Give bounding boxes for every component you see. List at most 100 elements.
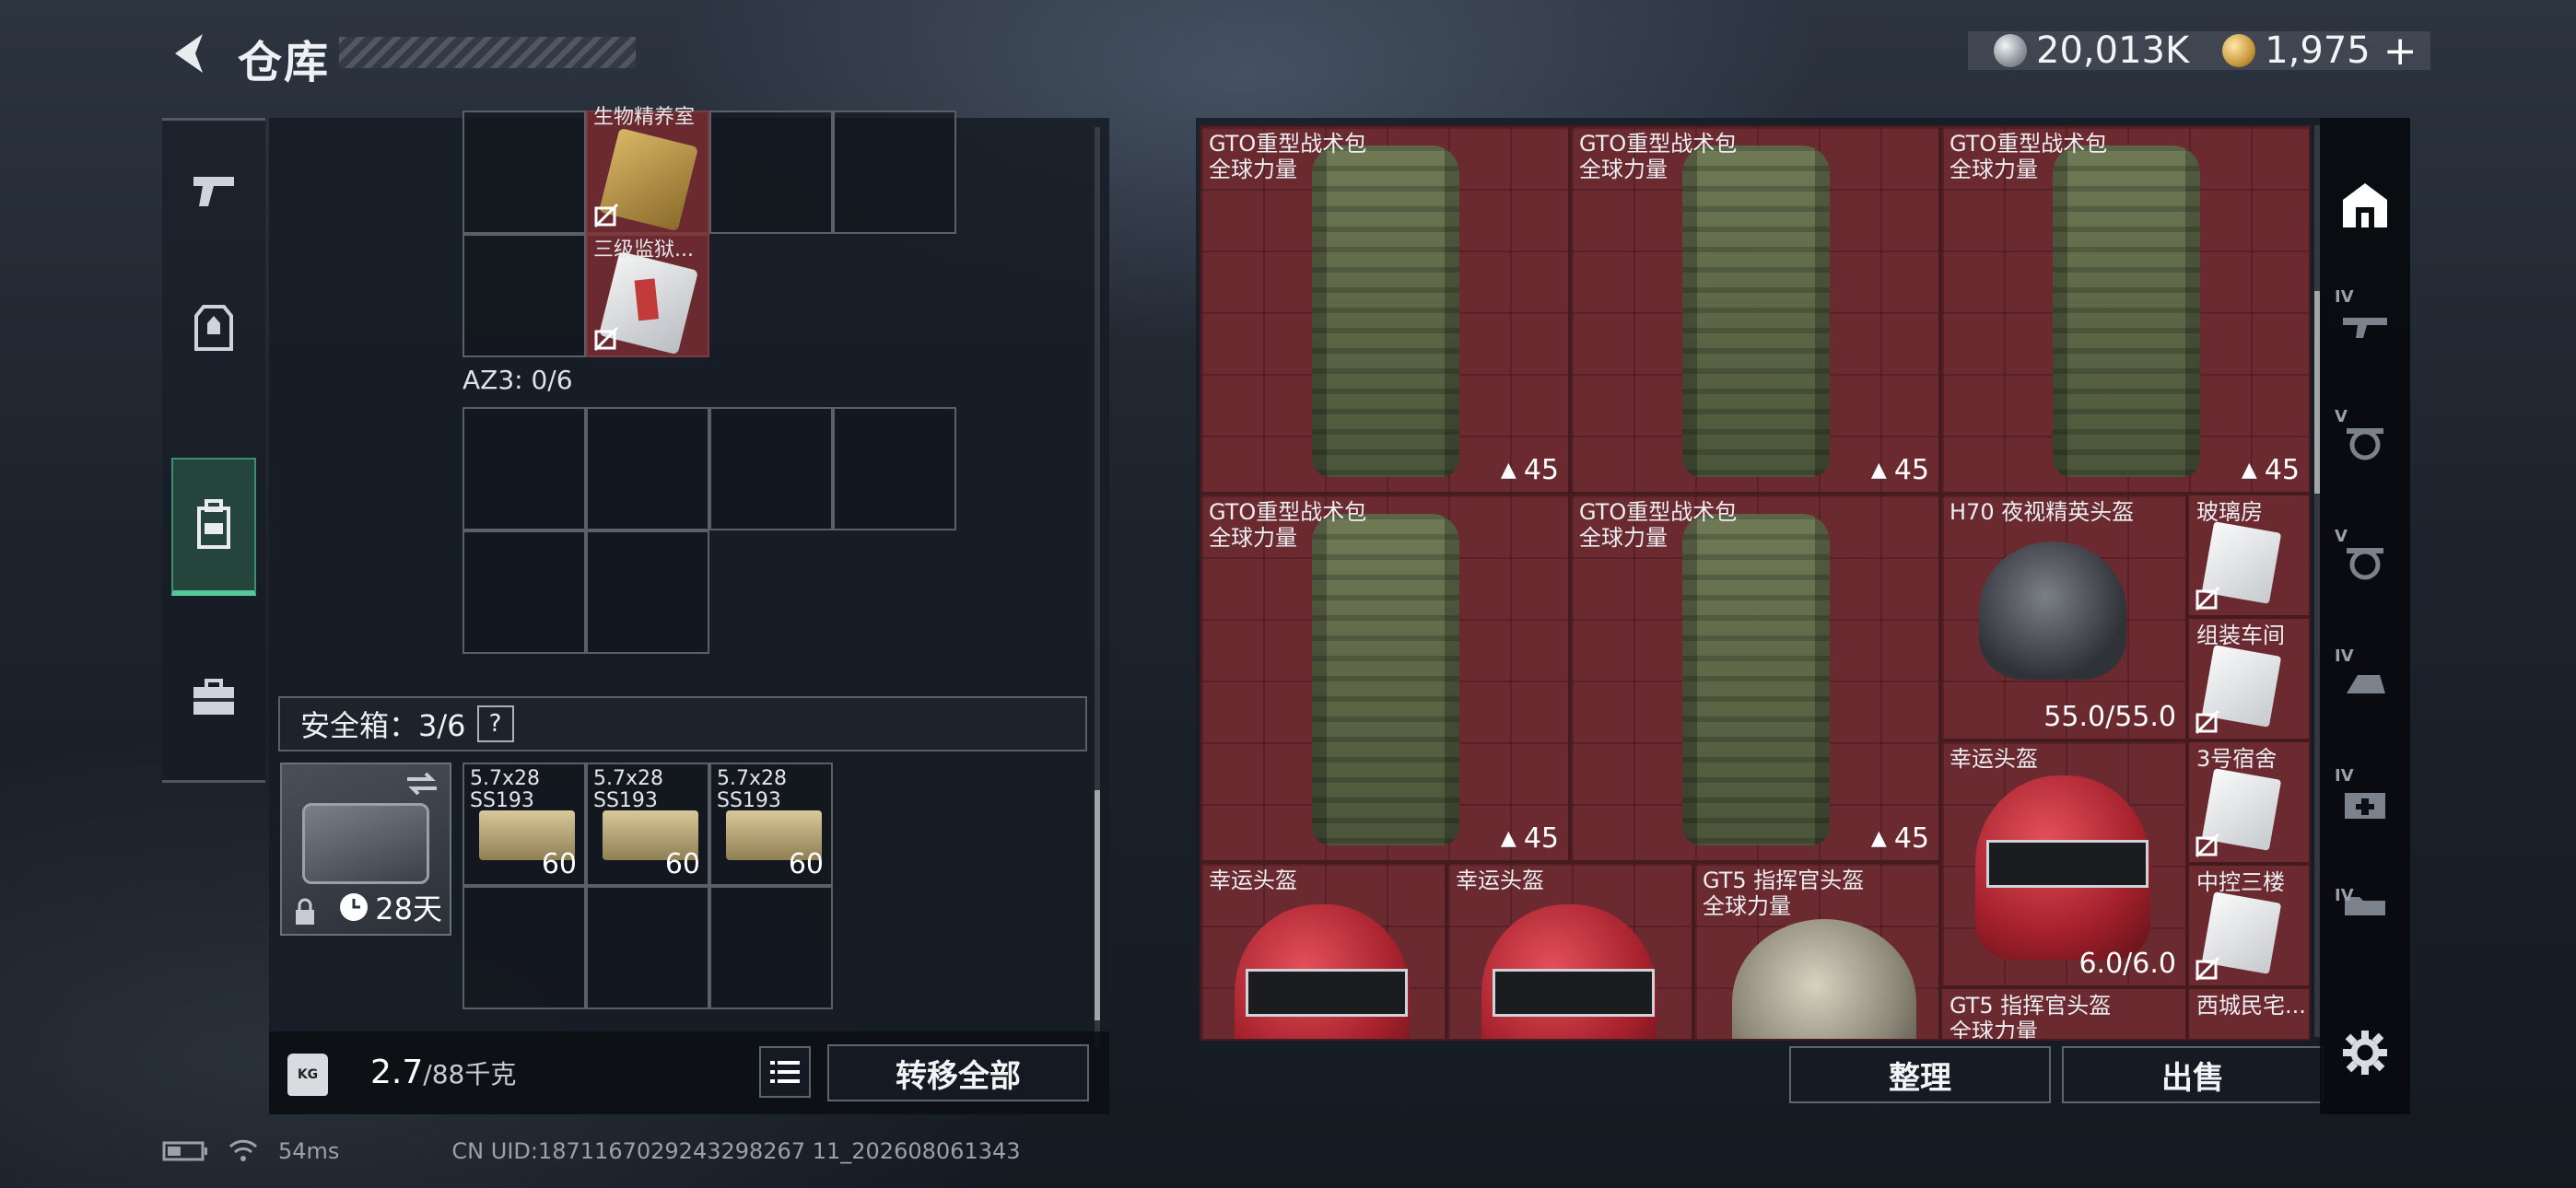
item-name: GTO重型战术包 全球力量 <box>1579 499 1737 551</box>
hand-icon <box>2347 675 2385 693</box>
category-armor[interactable] <box>171 259 256 397</box>
warehouse-item-key[interactable]: 组装车间 <box>2187 617 2311 740</box>
stash-slot[interactable] <box>463 234 586 357</box>
warehouse-item-lucky-helmet[interactable]: 幸运头盔 <box>1200 862 1446 1041</box>
warehouse-item-backpack[interactable]: GTO重型战术包 全球力量 ▲ 45 <box>1570 125 1940 494</box>
help-button[interactable]: ? <box>476 705 514 742</box>
az3-slot[interactable] <box>586 407 709 530</box>
settings-button[interactable] <box>2329 1002 2401 1103</box>
add-currency-button[interactable]: + <box>2383 28 2418 75</box>
ammo-item[interactable]: 5.7x28 SS193 60 <box>586 763 709 886</box>
ammo-count: 60 <box>788 848 824 880</box>
warehouse-tab-2[interactable]: V <box>2329 394 2401 495</box>
warehouse-item-backpack[interactable]: GTO重型战术包 全球力量 ▲ 45 <box>1940 125 2311 494</box>
medkit-icon <box>2345 793 2385 819</box>
item-title: GTO重型战术包 <box>1209 131 1367 157</box>
category-weapon[interactable] <box>171 121 256 259</box>
az3-slot[interactable] <box>709 407 833 530</box>
warehouse-panel: GTO重型战术包 全球力量 ▲ 45 GTO重型战术包 全球力量 ▲ 45 GTO重型战… <box>1196 118 2410 1114</box>
category-toolbox[interactable] <box>171 629 256 767</box>
pistol-icon <box>193 177 234 206</box>
category-backpack[interactable] <box>171 458 256 596</box>
warehouse-item-gt5-helmet[interactable]: GT5 指挥官头盔 全球力量 <box>1940 987 2187 1041</box>
ammo-name: 5.7x28 SS193 <box>593 768 663 812</box>
title-decoration <box>339 37 636 68</box>
warehouse-tab-main[interactable] <box>2329 155 2401 256</box>
stash-slot[interactable] <box>463 111 586 234</box>
safe-slot[interactable] <box>463 886 586 1009</box>
ammo-type: SS193 <box>717 789 781 812</box>
item-brand: 全球力量 <box>1950 157 2038 182</box>
stash-scroll-thumb[interactable] <box>1095 790 1100 1020</box>
stash-item-card-white[interactable]: 三级监狱... <box>586 234 709 357</box>
item-title: GTO重型战术包 <box>1950 131 2108 157</box>
back-button[interactable] <box>164 28 212 79</box>
stash-slot[interactable] <box>833 111 956 234</box>
clock-icon <box>340 893 369 921</box>
stash-item-card-gold[interactable]: 生物精养室 <box>586 107 709 234</box>
briefcase-icon <box>193 679 234 715</box>
backpack-image <box>1682 146 1830 477</box>
stash-slot[interactable] <box>709 111 833 234</box>
warehouse-item-gt5-helmet[interactable]: GT5 指挥官头盔 全球力量 <box>1693 862 1940 1041</box>
battery-icon <box>162 1141 207 1161</box>
warehouse-tab-4[interactable]: IV <box>2329 634 2401 735</box>
night-vision-helmet-image <box>1979 542 2126 680</box>
item-name: 幸运头盔 <box>1209 868 1297 893</box>
item-capacity: 45 <box>1893 822 1929 855</box>
safe-slot[interactable] <box>586 886 709 1009</box>
az3-slot[interactable] <box>463 530 586 654</box>
item-capacity: 45 <box>1523 822 1559 855</box>
warehouse-tab-1[interactable]: IV <box>2329 274 2401 376</box>
stash-scrollbar[interactable] <box>1095 127 1100 1048</box>
item-name: H70 夜视精英头盔 <box>1950 499 2135 525</box>
warehouse-item-h70-helmet[interactable]: H70 夜视精英头盔 55.0/55.0 <box>1940 494 2187 740</box>
warehouse-item-backpack[interactable]: GTO重型战术包 全球力量 ▲ 45 <box>1200 125 1570 494</box>
item-capacity: 45 <box>1893 454 1929 486</box>
backpack-image <box>1682 514 1830 845</box>
list-view-button[interactable] <box>759 1046 811 1098</box>
item-durability: 6.0/6.0 <box>2078 948 2176 980</box>
ammo-type: SS193 <box>470 789 534 812</box>
warehouse-item-key[interactable]: 西城民宅... <box>2187 987 2311 1041</box>
weight-capacity: /88千克 <box>423 1059 517 1089</box>
gear-icon <box>2343 1031 2387 1075</box>
safe-slot[interactable] <box>709 886 833 1009</box>
status-footer: 54ms CN UID:1871167029243298267 11_20260… <box>162 1138 1021 1164</box>
transfer-all-button[interactable]: 转移全部 <box>827 1044 1089 1101</box>
ammo-caliber: 5.7x28 <box>717 767 788 790</box>
warehouse-item-lucky-helmet[interactable]: 幸运头盔 6.0/6.0 <box>1940 740 2187 987</box>
sort-button[interactable]: 整理 <box>1789 1046 2051 1103</box>
vest-icon <box>194 305 233 351</box>
az3-slot[interactable] <box>463 407 586 530</box>
silver-amount: 20,013K <box>2036 29 2190 72</box>
item-name: GT5 指挥官头盔 全球力量 <box>1703 868 1864 919</box>
weight-readout: 2.7/88千克 <box>370 1054 516 1091</box>
tab-level: IV <box>2335 766 2354 786</box>
capacity-icon: ▲ <box>2241 459 2257 482</box>
az3-slot[interactable] <box>833 407 956 530</box>
item-brand: 全球力量 <box>1579 157 1668 182</box>
tab-level: IV <box>2335 287 2354 307</box>
red-helmet-image <box>1975 775 2150 960</box>
warehouse-item-backpack[interactable]: GTO重型战术包 全球力量 ▲ 45 <box>1570 494 1940 862</box>
list-icon <box>770 1061 800 1083</box>
warehouse-tab-3[interactable]: V <box>2329 514 2401 615</box>
warehouse-item-backpack[interactable]: GTO重型战术包 全球力量 ▲ 45 <box>1200 494 1570 862</box>
sell-button[interactable]: 出售 <box>2062 1046 2324 1103</box>
no-trade-icon <box>2195 709 2220 735</box>
capacity-icon: ▲ <box>1500 827 1516 850</box>
ammo-item[interactable]: 5.7x28 SS193 60 <box>463 763 586 886</box>
warehouse-tab-5[interactable]: IV <box>2329 753 2401 855</box>
az3-slot[interactable] <box>586 530 709 654</box>
warehouse-item-key[interactable]: 3号宿舍 <box>2187 740 2311 864</box>
warehouse-item-lucky-helmet[interactable]: 幸运头盔 <box>1446 862 1693 1041</box>
item-name: 西城民宅... <box>2196 993 2306 1019</box>
ammo-item[interactable]: 5.7x28 SS193 60 <box>709 763 833 886</box>
warehouse-item-key[interactable]: 玻璃房 <box>2187 494 2311 617</box>
safe-box-container[interactable]: 28天 <box>280 763 451 936</box>
ammo-caliber: 5.7x28 <box>593 767 664 790</box>
warehouse-tab-6[interactable]: IV <box>2329 873 2401 938</box>
warehouse-item-key[interactable]: 中控三楼 <box>2187 864 2311 987</box>
gold-coin-icon <box>2222 34 2256 67</box>
